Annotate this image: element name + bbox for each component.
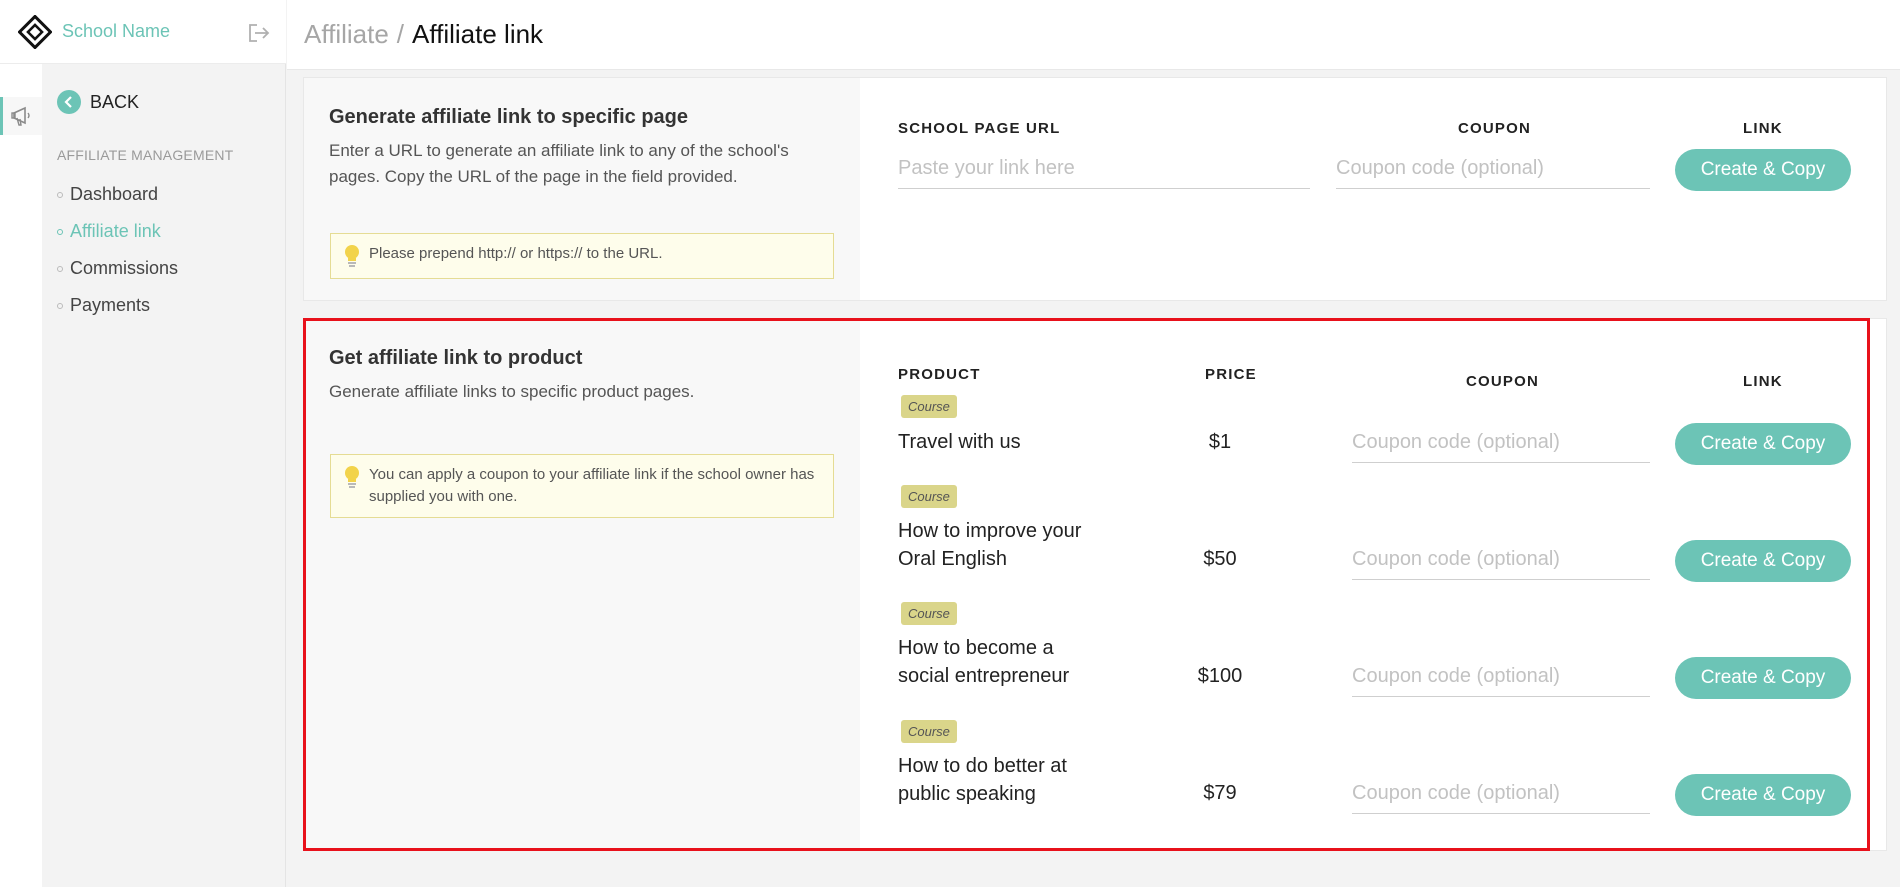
- create-copy-button[interactable]: Create & Copy: [1675, 540, 1851, 582]
- bullet-icon: [57, 191, 63, 198]
- school-name[interactable]: School Name: [62, 21, 170, 42]
- page-link-tip: Please prepend http:// or https:// to th…: [330, 233, 834, 279]
- course-badge: Course: [901, 485, 957, 508]
- product-link-title: Get affiliate link to product: [329, 347, 583, 369]
- product-link-info: Get affiliate link to product Generate a…: [304, 319, 860, 850]
- product-price: $79: [1203, 782, 1237, 804]
- column-header-url: SCHOOL PAGE URL: [898, 120, 1061, 137]
- column-header-coupon: COUPON: [1466, 373, 1540, 390]
- megaphone-icon: [10, 106, 30, 126]
- sidebar-item-commissions[interactable]: Commissions: [57, 250, 178, 287]
- create-copy-button[interactable]: Create & Copy: [1675, 423, 1851, 465]
- column-header-link: LINK: [1743, 120, 1783, 137]
- course-badge: Course: [901, 395, 957, 418]
- page-title: Affiliate link: [412, 19, 544, 49]
- create-copy-button[interactable]: Create & Copy: [1675, 657, 1851, 699]
- page-link-info: Generate affiliate link to specific page…: [304, 78, 860, 300]
- lightbulb-icon: [345, 466, 359, 488]
- product-link-tip: You can apply a coupon to your affiliate…: [330, 454, 834, 518]
- lightbulb-icon: [345, 245, 359, 267]
- product-link-description: Generate affiliate links to specific pro…: [329, 382, 695, 401]
- coupon-input[interactable]: Coupon code (optional): [1352, 548, 1650, 580]
- coupon-input[interactable]: Coupon code (optional): [1336, 157, 1650, 189]
- product-link-card: Get affiliate link to product Generate a…: [303, 318, 1887, 851]
- tip-text: You can apply a coupon to your affiliate…: [369, 466, 815, 505]
- column-header-price: PRICE: [1205, 366, 1257, 383]
- bullet-icon: [57, 228, 63, 235]
- page-url-input[interactable]: Paste your link here: [898, 157, 1310, 189]
- sidebar-item-label: Commissions: [70, 258, 179, 278]
- product-name[interactable]: Travel with us: [898, 428, 1021, 456]
- create-copy-button[interactable]: Create & Copy: [1675, 774, 1851, 816]
- create-copy-button[interactable]: Create & Copy: [1675, 149, 1851, 191]
- breadcrumb: Affiliate / Affiliate link: [287, 0, 1900, 70]
- column-header-link: LINK: [1743, 373, 1783, 390]
- tip-text: Please prepend http:// or https:// to th…: [369, 245, 663, 262]
- sidebar-item-affiliate-link[interactable]: Affiliate link: [57, 213, 178, 250]
- sidebar-section-title: AFFILIATE MANAGEMENT: [57, 147, 234, 163]
- page-link-title: Generate affiliate link to specific page: [329, 106, 689, 128]
- breadcrumb-parent[interactable]: Affiliate: [304, 19, 389, 50]
- back-label: BACK: [90, 91, 140, 112]
- column-header-product: PRODUCT: [898, 366, 981, 383]
- brand-bar: School Name: [0, 0, 286, 64]
- product-name[interactable]: How to do better at public speaking: [898, 752, 1067, 808]
- product-name[interactable]: How to become a social entrepreneur: [898, 634, 1069, 690]
- page-link-card: Generate affiliate link to specific page…: [303, 77, 1887, 301]
- bullet-icon: [57, 302, 63, 309]
- sidebar-item-label: Affiliate link: [70, 221, 161, 241]
- product-price: $50: [1203, 548, 1237, 570]
- coupon-input[interactable]: Coupon code (optional): [1352, 665, 1650, 697]
- rail-item-affiliate[interactable]: [0, 97, 42, 135]
- logout-icon[interactable]: [248, 23, 270, 43]
- bullet-icon: [57, 265, 63, 272]
- diamond-logo-icon[interactable]: [18, 14, 52, 49]
- product-link-table: PRODUCT PRICE COUPON LINK Course Travel …: [860, 319, 1886, 850]
- sidebar-item-label: Payments: [70, 295, 151, 315]
- page-link-form: SCHOOL PAGE URL COUPON LINK Paste your l…: [860, 78, 1886, 300]
- sidebar-nav: Dashboard Affiliate link Commissions Pay…: [57, 176, 178, 324]
- sidebar-item-payments[interactable]: Payments: [57, 287, 178, 324]
- sidebar-item-dashboard[interactable]: Dashboard: [57, 176, 178, 213]
- back-button[interactable]: BACK: [57, 90, 139, 114]
- course-badge: Course: [901, 720, 957, 743]
- product-price: $1: [1208, 431, 1232, 453]
- sidebar-item-label: Dashboard: [70, 184, 159, 204]
- breadcrumb-separator: /: [396, 19, 405, 49]
- icon-rail: [0, 0, 42, 887]
- coupon-input[interactable]: Coupon code (optional): [1352, 782, 1650, 814]
- course-badge: Course: [901, 602, 957, 625]
- product-name[interactable]: How to improve your Oral English: [898, 517, 1081, 573]
- page-link-description: Enter a URL to generate an affiliate lin…: [329, 141, 789, 186]
- column-header-coupon: COUPON: [1458, 120, 1532, 137]
- coupon-input[interactable]: Coupon code (optional): [1352, 431, 1650, 463]
- product-price: $100: [1197, 665, 1243, 687]
- back-arrow-icon: [57, 90, 81, 114]
- sidebar: [42, 0, 286, 887]
